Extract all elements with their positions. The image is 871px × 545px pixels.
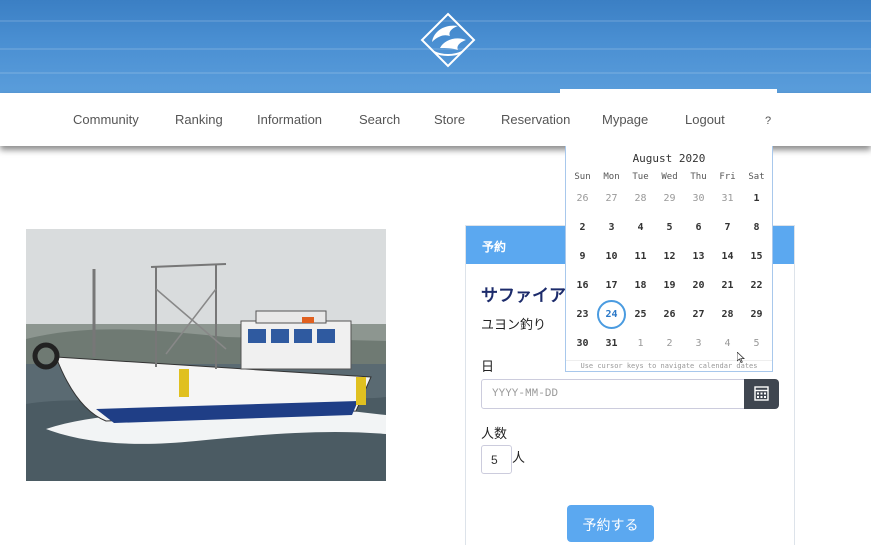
calendar-day[interactable]: 28 xyxy=(713,304,742,326)
calendar-day[interactable]: 8 xyxy=(742,217,771,239)
calendar-day[interactable]: 29 xyxy=(655,188,684,210)
calendar-weekday: Sat xyxy=(748,172,765,182)
calendar-day[interactable]: 22 xyxy=(742,275,771,297)
nav-reservation[interactable]: Reservation xyxy=(501,112,570,127)
calendar-day[interactable]: 4 xyxy=(626,217,655,239)
calendar-day[interactable]: 23 xyxy=(568,304,597,326)
calendar-day[interactable]: 1 xyxy=(742,188,771,210)
calendar-day[interactable]: 31 xyxy=(597,333,626,355)
calendar-day[interactable]: 21 xyxy=(713,275,742,297)
main-nav: Community Ranking Information Search Sto… xyxy=(0,93,871,146)
calendar-button[interactable] xyxy=(744,379,779,409)
nav-store[interactable]: Store xyxy=(434,112,465,127)
nav-information[interactable]: Information xyxy=(257,112,322,127)
calendar-day[interactable]: 17 xyxy=(597,275,626,297)
calendar-day[interactable]: 13 xyxy=(684,246,713,268)
nav-search[interactable]: Search xyxy=(359,112,400,127)
calendar-day[interactable]: 27 xyxy=(597,188,626,210)
calendar-day[interactable]: 7 xyxy=(713,217,742,239)
calendar-day[interactable]: 10 xyxy=(597,246,626,268)
calendar-day[interactable]: 29 xyxy=(742,304,771,326)
date-label: 日 xyxy=(481,359,495,374)
nav-community[interactable]: Community xyxy=(73,112,139,127)
calendar-day[interactable]: 15 xyxy=(742,246,771,268)
calendar-day[interactable]: 31 xyxy=(713,188,742,210)
nav-logout[interactable]: Logout xyxy=(685,112,725,127)
calendar-day[interactable]: 5 xyxy=(742,333,771,355)
nav-tab-highlight xyxy=(560,89,777,95)
calendar-day[interactable]: 3 xyxy=(597,217,626,239)
date-field[interactable]: YYYY-MM-DD xyxy=(481,379,745,409)
calendar-day[interactable]: 26 xyxy=(655,304,684,326)
calendar-day[interactable]: 9 xyxy=(568,246,597,268)
dolphin-logo-icon[interactable] xyxy=(418,12,478,70)
nav-ranking[interactable]: Ranking xyxy=(175,112,223,127)
calendar-day[interactable]: 30 xyxy=(684,188,713,210)
calendar-day[interactable]: 1 xyxy=(626,333,655,355)
calendar-day[interactable]: 25 xyxy=(626,304,655,326)
calendar-day[interactable]: 18 xyxy=(626,275,655,297)
calendar-day[interactable]: 20 xyxy=(684,275,713,297)
calendar-weekday: Fri xyxy=(719,172,736,182)
calendar-day[interactable]: 24 xyxy=(597,300,626,329)
calendar-day[interactable]: 27 xyxy=(684,304,713,326)
calendar-day[interactable]: 6 xyxy=(684,217,713,239)
calendar-icon xyxy=(754,386,769,401)
calendar-day[interactable]: 14 xyxy=(713,246,742,268)
calendar-day[interactable]: 5 xyxy=(655,217,684,239)
calendar-popup: August 2020 Use cursor keys to navigate … xyxy=(565,146,773,372)
calendar-day[interactable]: 11 xyxy=(626,246,655,268)
calendar-day[interactable]: 16 xyxy=(568,275,597,297)
calendar-day[interactable]: 2 xyxy=(655,333,684,355)
calendar-day[interactable]: 3 xyxy=(684,333,713,355)
boat-name: サファイア xyxy=(481,286,566,305)
reserve-button[interactable]: 予約する xyxy=(567,505,654,542)
boat-photo xyxy=(26,229,386,481)
calendar-weekday: Mon xyxy=(603,172,620,182)
header-banner xyxy=(0,0,871,93)
calendar-weekday: Sun xyxy=(574,172,591,182)
calendar-day[interactable]: 28 xyxy=(626,188,655,210)
calendar-day[interactable]: 2 xyxy=(568,217,597,239)
calendar-weekday: Thu xyxy=(690,172,707,182)
calendar-day[interactable]: 26 xyxy=(568,188,597,210)
calendar-month-title: August 2020 xyxy=(632,152,706,165)
boat-type: ユヨン釣り xyxy=(481,317,547,332)
calendar-day[interactable]: 12 xyxy=(655,246,684,268)
mouse-cursor-icon xyxy=(737,352,745,363)
people-unit: 人 xyxy=(512,450,526,465)
calendar-day[interactable]: 19 xyxy=(655,275,684,297)
nav-help[interactable]: ? xyxy=(765,115,771,127)
people-label: 人数 xyxy=(481,426,508,441)
people-input[interactable]: 5 xyxy=(481,445,512,474)
calendar-weekday: Wed xyxy=(661,172,678,182)
water-ripple xyxy=(0,72,871,74)
nav-mypage[interactable]: Mypage xyxy=(602,112,648,127)
calendar-weekday: Tue xyxy=(632,172,649,182)
calendar-day[interactable]: 30 xyxy=(568,333,597,355)
